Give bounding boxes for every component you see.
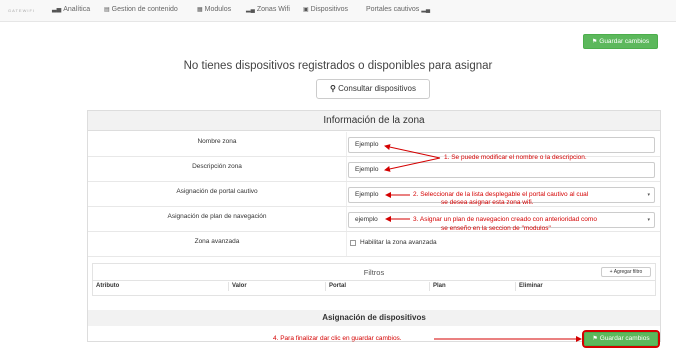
col-plan: Plan [433, 283, 446, 289]
flag-icon: ⚑ [592, 336, 598, 342]
annotation-3-line1: 3. Asignar un plan de navegacion creado … [413, 216, 597, 223]
descripcion-zona-label: Descripción zona [192, 163, 242, 170]
row-divider [346, 182, 347, 206]
save-button-label: Guardar cambios [599, 335, 650, 342]
bar-chart-icon: ▃▅ [52, 7, 62, 13]
signal-icon: ▂▄ [421, 7, 431, 13]
devices-section-title: Asignación de dispositivos [88, 310, 660, 326]
annotation-4: 4. Para finalizar dar clic en guardar ca… [273, 335, 402, 342]
nav-analitica-label: Analítica [63, 6, 91, 13]
nav-dispositivos[interactable]: ▣ Dispositivos [303, 6, 348, 13]
zone-info-panel: Información de la zona Nombre zona Ejemp… [87, 110, 661, 342]
top-navbar: GATEWIFI ▃▅ Analítica ▤ Gestion de conteni… [0, 0, 676, 22]
chevron-down-icon: ▾ [647, 192, 650, 198]
col-portal: Portal [329, 283, 347, 289]
row-divider [346, 232, 347, 256]
annotation-3-line2: se enseño en la seccion de "modulos" [441, 225, 551, 232]
nav-portales-label: Portales cautivos [366, 6, 420, 13]
descripcion-zona-input[interactable]: Ejemplo [348, 162, 655, 178]
signal-icon: ▂▄ [246, 7, 255, 13]
nav-analitica[interactable]: ▃▅ Analítica [52, 6, 90, 13]
row-divider [346, 157, 347, 181]
zone-info-title: Información de la zona [88, 111, 660, 131]
col-valor: Valor [232, 283, 247, 289]
device-icon: ▣ [303, 7, 309, 13]
filters-title: Filtros [363, 268, 385, 277]
nav-zonas-wifi[interactable]: ▂▄ Zonas Wifi [246, 6, 290, 13]
column-divider [429, 282, 430, 291]
filters-header-row: Atributo Valor Portal Plan Eliminar [93, 280, 655, 291]
col-atributo: Atributo [96, 283, 120, 289]
book-icon: ▤ [104, 7, 110, 13]
portal-cautivo-label: Asignación de portal cautivo [176, 188, 258, 195]
nav-modulos[interactable]: ▦ Modulos [197, 6, 231, 13]
consult-devices-button[interactable]: ⚲ Consultar dispositivos [316, 79, 430, 99]
column-divider [325, 282, 326, 291]
flag-icon: ⚑ [591, 39, 598, 45]
nav-zonas-label: Zonas Wifi [256, 6, 290, 13]
annotation-2-line1: 2. Seleccionar de la lista desplegable e… [413, 191, 589, 198]
annotation-2-line2: se desea asignar esta zona wifi. [441, 199, 534, 206]
row-divider [346, 132, 347, 156]
save-button-label: Guardar cambios [599, 38, 650, 45]
search-icon: ⚲ [330, 84, 336, 93]
consult-devices-label: Consultar dispositivos [338, 84, 416, 93]
brand-logo[interactable]: GATEWIFI [8, 8, 35, 13]
nav-gestion-label: Gestion de contenido [111, 6, 178, 13]
annotation-1: 1. Se puede modificar el nombre o la des… [444, 154, 587, 161]
plan-navegacion-value: ejemplo [355, 216, 378, 223]
form-row-avanzada: Zona avanzada Habilitar la zona avanzada [88, 232, 660, 257]
save-button-top[interactable]: ⚑ Guardar cambios [583, 34, 658, 49]
zona-avanzada-checkbox-label[interactable]: Habilitar la zona avanzada [360, 239, 437, 246]
save-button-bottom[interactable]: ⚑ Guardar cambios [582, 330, 660, 348]
no-devices-message: No tienes dispositivos registrados o dis… [183, 60, 493, 72]
column-divider [515, 282, 516, 291]
nav-portales-cautivos[interactable]: Portales cautivos ▂▄ [366, 6, 432, 13]
column-divider [228, 282, 229, 291]
chevron-down-icon: ▾ [647, 217, 650, 223]
nombre-zona-input[interactable]: Ejemplo [348, 137, 655, 153]
nav-dispositivos-label: Dispositivos [310, 6, 349, 13]
row-divider [346, 207, 347, 231]
nav-gestion-contenido[interactable]: ▤ Gestion de contenido [104, 6, 178, 13]
col-eliminar: Eliminar [519, 283, 543, 289]
grid-icon: ▦ [197, 7, 203, 13]
portal-cautivo-value: Ejemplo [355, 191, 379, 198]
zona-avanzada-checkbox[interactable] [350, 240, 356, 246]
add-filter-button[interactable]: + Agregar filtro [601, 267, 651, 277]
nav-modulos-label: Modulos [204, 6, 232, 13]
zona-avanzada-label: Zona avanzada [194, 238, 240, 245]
nombre-zona-label: Nombre zona [197, 138, 237, 145]
filters-table: Filtros + Agregar filtro Atributo Valor … [92, 263, 656, 296]
plan-navegacion-label: Asignación de plan de navegación [167, 213, 267, 220]
